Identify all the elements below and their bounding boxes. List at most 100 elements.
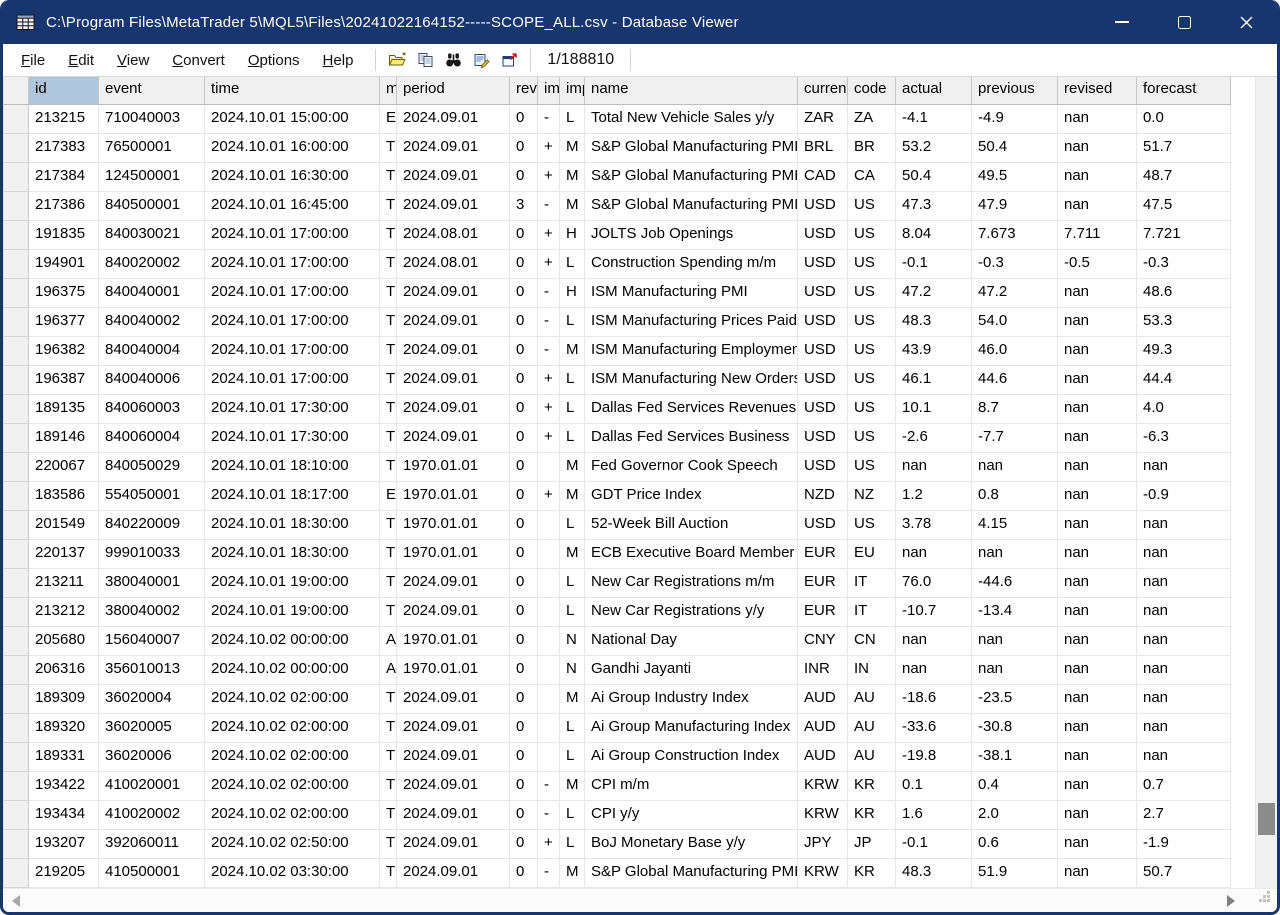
cell-mode[interactable]: T [380, 714, 397, 743]
cell-event[interactable]: 124500001 [99, 163, 205, 192]
table-row[interactable]: 1934344100200022024.10.02 02:00:00T2024.… [3, 801, 1255, 830]
cell-name[interactable]: ISM Manufacturing New Orders [585, 366, 798, 395]
cell-previous[interactable]: 8.7 [972, 395, 1058, 424]
cell-period[interactable]: 1970.01.01 [397, 627, 510, 656]
table-row[interactable]: 2063163560100132024.10.02 00:00:00A1970.… [3, 656, 1255, 685]
cell-mode[interactable]: T [380, 743, 397, 772]
cell-event[interactable]: 380040001 [99, 569, 205, 598]
cell-currency[interactable]: USD [798, 395, 848, 424]
cell-name[interactable]: BoJ Monetary Base y/y [585, 830, 798, 859]
cell-importance[interactable]: M [560, 163, 585, 192]
cell-id[interactable]: 193434 [29, 801, 99, 830]
cell-forecast[interactable]: nan [1137, 714, 1231, 743]
cell-impact[interactable]: + [538, 134, 560, 163]
table-row[interactable]: 1963828400400042024.10.01 17:00:00T2024.… [3, 337, 1255, 366]
cell-id[interactable]: 193422 [29, 772, 99, 801]
cell-revised[interactable]: nan [1058, 453, 1137, 482]
cell-importance[interactable]: M [560, 192, 585, 221]
cell-period[interactable]: 2024.09.01 [397, 569, 510, 598]
cell-name[interactable]: National Day [585, 627, 798, 656]
cell-forecast[interactable]: -0.3 [1137, 250, 1231, 279]
cell-event[interactable]: 840020002 [99, 250, 205, 279]
cell-revised[interactable]: nan [1058, 714, 1137, 743]
cell-currency[interactable]: USD [798, 221, 848, 250]
cell-event[interactable]: 36020005 [99, 714, 205, 743]
cell-time[interactable]: 2024.10.01 17:00:00 [205, 279, 380, 308]
cell-code[interactable]: CN [848, 627, 896, 656]
cell-time[interactable]: 2024.10.02 02:00:00 [205, 685, 380, 714]
cell-id[interactable]: 205680 [29, 627, 99, 656]
cell-importance[interactable]: L [560, 714, 585, 743]
cell-time[interactable]: 2024.10.02 02:00:00 [205, 801, 380, 830]
cell-importance[interactable]: L [560, 801, 585, 830]
cell-forecast[interactable]: nan [1137, 569, 1231, 598]
cell-code[interactable]: US [848, 337, 896, 366]
cell-revised[interactable]: nan [1058, 482, 1137, 511]
column-header-forecast[interactable]: forecast [1137, 77, 1231, 105]
scroll-left-icon[interactable] [12, 895, 20, 907]
cell-currency[interactable]: USD [798, 424, 848, 453]
row-header-cell[interactable] [3, 105, 29, 134]
cell-currency[interactable]: USD [798, 366, 848, 395]
cell-currency[interactable]: USD [798, 337, 848, 366]
cell-period[interactable]: 2024.09.01 [397, 395, 510, 424]
cell-revised[interactable]: nan [1058, 366, 1137, 395]
cell-mode[interactable]: T [380, 540, 397, 569]
column-header-code[interactable]: code [848, 77, 896, 105]
cell-impact[interactable] [538, 685, 560, 714]
cell-previous[interactable]: -38.1 [972, 743, 1058, 772]
cell-currency[interactable]: USD [798, 192, 848, 221]
cell-mode[interactable]: T [380, 308, 397, 337]
cell-period[interactable]: 1970.01.01 [397, 482, 510, 511]
cell-event[interactable]: 999010033 [99, 540, 205, 569]
cell-period[interactable]: 2024.08.01 [397, 221, 510, 250]
cell-period[interactable]: 1970.01.01 [397, 453, 510, 482]
cell-currency[interactable]: CAD [798, 163, 848, 192]
cell-name[interactable]: ISM Manufacturing PMI [585, 279, 798, 308]
cell-time[interactable]: 2024.10.02 02:00:00 [205, 743, 380, 772]
cell-actual[interactable]: 50.4 [896, 163, 972, 192]
cell-time[interactable]: 2024.10.02 02:00:00 [205, 772, 380, 801]
cell-currency[interactable]: KRW [798, 859, 848, 888]
cell-period[interactable]: 2024.09.01 [397, 685, 510, 714]
cell-name[interactable]: Dallas Fed Services Business [585, 424, 798, 453]
cell-actual[interactable]: -0.1 [896, 830, 972, 859]
cell-mode[interactable]: T [380, 511, 397, 540]
table-row[interactable]: 2201379990100332024.10.01 18:30:00T1970.… [3, 540, 1255, 569]
cell-actual[interactable]: 10.1 [896, 395, 972, 424]
cell-period[interactable]: 2024.09.01 [397, 308, 510, 337]
row-header-cell[interactable] [3, 627, 29, 656]
cell-revision[interactable]: 0 [510, 279, 538, 308]
row-header-cell[interactable] [3, 801, 29, 830]
cell-event[interactable]: 840060004 [99, 424, 205, 453]
cell-event[interactable]: 840040006 [99, 366, 205, 395]
cell-previous[interactable]: 54.0 [972, 308, 1058, 337]
cell-actual[interactable]: -0.1 [896, 250, 972, 279]
cell-time[interactable]: 2024.10.01 19:00:00 [205, 598, 380, 627]
cell-period[interactable]: 2024.09.01 [397, 192, 510, 221]
cell-revision[interactable]: 0 [510, 685, 538, 714]
cell-forecast[interactable]: 4.0 [1137, 395, 1231, 424]
cell-code[interactable]: KR [848, 772, 896, 801]
cell-currency[interactable]: USD [798, 279, 848, 308]
cell-actual[interactable]: -2.6 [896, 424, 972, 453]
cell-previous[interactable]: -23.5 [972, 685, 1058, 714]
cell-revised[interactable]: nan [1058, 395, 1137, 424]
menu-convert[interactable]: Convert [162, 49, 235, 72]
cell-event[interactable]: 392060011 [99, 830, 205, 859]
cell-currency[interactable]: BRL [798, 134, 848, 163]
menu-help[interactable]: Help [313, 49, 364, 72]
column-header-currency[interactable]: currency [798, 77, 848, 105]
cell-code[interactable]: IN [848, 656, 896, 685]
cell-forecast[interactable]: 47.5 [1137, 192, 1231, 221]
cell-impact[interactable]: + [538, 366, 560, 395]
cell-previous[interactable]: -30.8 [972, 714, 1058, 743]
cell-mode[interactable]: T [380, 772, 397, 801]
cell-mode[interactable]: A [380, 656, 397, 685]
table-row[interactable]: 1963778400400022024.10.01 17:00:00T2024.… [3, 308, 1255, 337]
cell-code[interactable]: US [848, 221, 896, 250]
close-button[interactable] [1215, 0, 1277, 44]
cell-mode[interactable]: T [380, 279, 397, 308]
cell-event[interactable]: 840220009 [99, 511, 205, 540]
cell-revision[interactable]: 0 [510, 511, 538, 540]
